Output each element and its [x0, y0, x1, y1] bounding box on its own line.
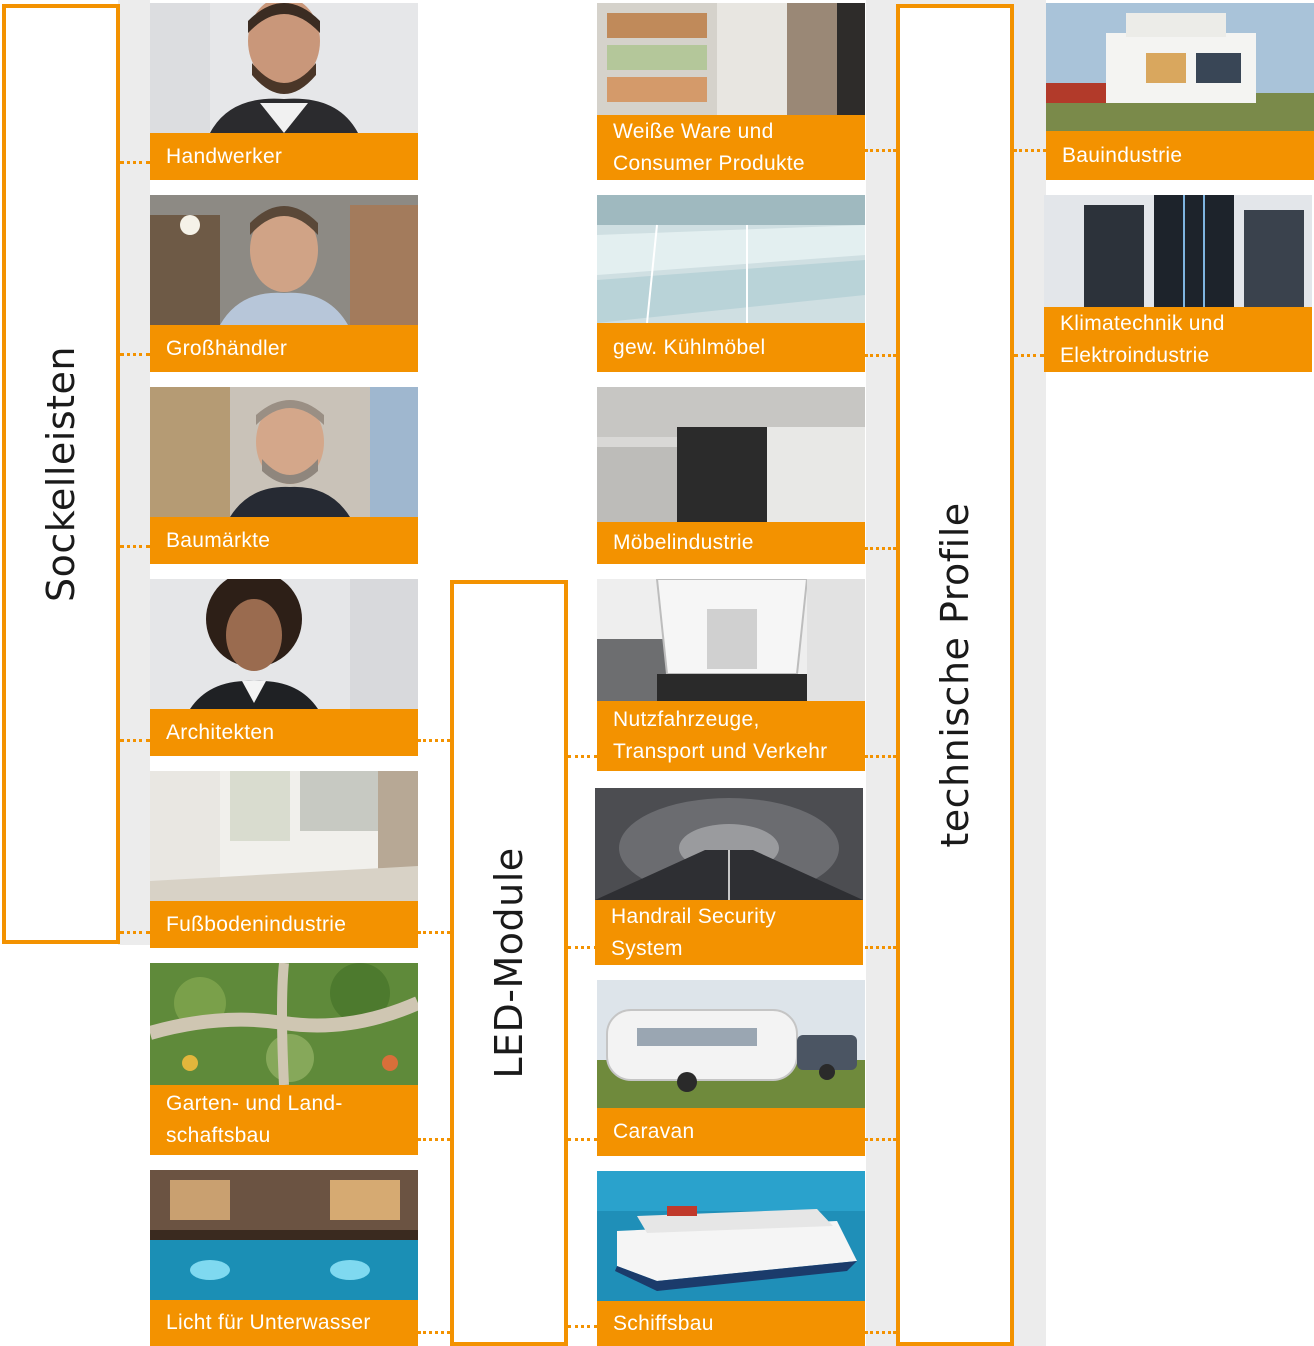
card-handrail[interactable]: Handrail Security System: [595, 788, 863, 965]
sector-label: Handwerker: [150, 133, 418, 180]
card-moebelindustrie[interactable]: Möbelindustrie: [597, 387, 865, 564]
sector-label: Architekten: [150, 709, 418, 756]
card-architekten[interactable]: Architekten: [150, 579, 418, 756]
connector: [865, 1331, 896, 1334]
sector-label: Handrail Security System: [595, 900, 863, 965]
sector-label-text: Großhändler: [166, 336, 288, 360]
sector-label: Garten- und Land- schaftsbau: [150, 1085, 418, 1155]
connector: [568, 946, 597, 949]
category-technische-profile[interactable]: technische Profile: [896, 4, 1014, 1346]
sector-label-line1: Weiße Ware und: [613, 119, 774, 143]
architekten-photo: [150, 579, 418, 709]
sector-label: Licht für Unterwasser: [150, 1300, 418, 1346]
category-label: technische Profile: [933, 502, 977, 848]
connector: [418, 1331, 450, 1334]
card-garten[interactable]: Garten- und Land- schaftsbau: [150, 963, 418, 1155]
sector-label-line1: Nutzfahrzeuge,: [613, 708, 760, 731]
sector-label: Fußbodenindustrie: [150, 901, 418, 948]
card-bauindustrie[interactable]: Bauindustrie: [1046, 3, 1314, 180]
nutzfahrzeuge-photo: [597, 579, 865, 701]
caravan-photo: [597, 980, 865, 1108]
unterwasser-photo: [150, 1170, 418, 1300]
sector-label-text: Möbelindustrie: [613, 531, 754, 554]
sector-label: Großhändler: [150, 325, 418, 372]
sector-label-text: Baumärkte: [166, 528, 271, 552]
handrail-photo: [595, 788, 863, 900]
connector: [568, 1138, 597, 1141]
sector-label: gew. Kühlmöbel: [597, 323, 865, 372]
connector: [418, 931, 450, 934]
track-sockelleisten: [118, 0, 150, 945]
sector-label-text: Bauindustrie: [1062, 143, 1183, 167]
connector: [865, 547, 896, 550]
sector-label-text: Schiffsbau: [613, 1311, 714, 1335]
sector-label: Schiffsbau: [597, 1301, 865, 1346]
connector: [865, 946, 896, 949]
connector: [568, 1325, 597, 1328]
sector-label-line2: System: [611, 936, 683, 960]
sector-label-line2: Transport und Verkehr: [613, 740, 828, 763]
sector-label: Baumärkte: [150, 517, 418, 564]
connector: [865, 354, 896, 357]
sector-label-text: Handwerker: [166, 144, 283, 168]
sector-label: Möbelindustrie: [597, 522, 865, 564]
moebelindustrie-photo: [597, 387, 865, 522]
card-fussbodenindustrie[interactable]: Fußbodenindustrie: [150, 771, 418, 948]
card-schiffsbau[interactable]: Schiffsbau: [597, 1171, 865, 1346]
category-label: LED-Module: [487, 847, 531, 1079]
sector-label-line1: Handrail Security: [611, 904, 776, 928]
grosshaendler-photo: [150, 195, 418, 325]
sector-label-line2: schaftsbau: [166, 1124, 271, 1147]
bauindustrie-photo: [1046, 3, 1314, 131]
connector: [120, 161, 150, 164]
sector-label-line1: Klimatechnik und: [1060, 311, 1225, 335]
category-led-module[interactable]: LED-Module: [450, 580, 568, 1346]
connector: [865, 1138, 896, 1141]
card-grosshaendler[interactable]: Großhändler: [150, 195, 418, 372]
baumaerkte-photo: [150, 387, 418, 517]
card-caravan[interactable]: Caravan: [597, 980, 865, 1156]
card-klimatechnik[interactable]: Klimatechnik und Elektroindustrie: [1044, 195, 1312, 372]
sector-label: Weiße Ware und Consumer Produkte: [597, 115, 865, 180]
card-handwerker[interactable]: Handwerker: [150, 3, 418, 180]
sector-label-line1: Garten- und Land-: [166, 1092, 343, 1115]
sector-label-text: Caravan: [613, 1120, 695, 1143]
sector-label-text: Licht für Unterwasser: [166, 1311, 371, 1334]
card-unterwasser[interactable]: Licht für Unterwasser: [150, 1170, 418, 1346]
card-baumaerkte[interactable]: Baumärkte: [150, 387, 418, 564]
card-kuehlmoebel[interactable]: gew. Kühlmöbel: [597, 195, 865, 372]
connector: [1014, 149, 1046, 152]
connector: [865, 149, 896, 152]
sector-label: Bauindustrie: [1046, 131, 1314, 180]
category-label: Sockelleisten: [39, 345, 83, 603]
klimatechnik-photo: [1044, 195, 1312, 307]
category-sockelleisten[interactable]: Sockelleisten: [2, 4, 120, 944]
sector-label-line2: Elektroindustrie: [1060, 343, 1210, 367]
handwerker-photo: [150, 3, 418, 133]
sector-label: Klimatechnik und Elektroindustrie: [1044, 307, 1312, 372]
connector: [120, 739, 150, 742]
connector: [865, 755, 896, 758]
garten-photo: [150, 963, 418, 1085]
sector-label-text: gew. Kühlmöbel: [613, 335, 766, 359]
card-weisse-ware[interactable]: Weiße Ware und Consumer Produkte: [597, 3, 865, 180]
connector: [568, 755, 597, 758]
schiffsbau-photo: [597, 1171, 865, 1301]
sector-label: Caravan: [597, 1108, 865, 1156]
connector: [120, 545, 150, 548]
connector: [418, 1138, 450, 1141]
sector-label-line2: Consumer Produkte: [613, 151, 805, 175]
weisse-ware-photo: [597, 3, 865, 115]
connector: [120, 931, 150, 934]
connector: [1014, 354, 1044, 357]
connector: [120, 353, 150, 356]
sector-label: Nutzfahrzeuge, Transport und Verkehr: [597, 701, 865, 771]
sector-label-text: Architekten: [166, 720, 275, 744]
card-nutzfahrzeuge[interactable]: Nutzfahrzeuge, Transport und Verkehr: [597, 579, 865, 771]
connector: [418, 739, 450, 742]
sector-label-text: Fußbodenindustrie: [166, 912, 347, 936]
kuehlmoebel-photo: [597, 195, 865, 323]
fussbodenindustrie-photo: [150, 771, 418, 901]
